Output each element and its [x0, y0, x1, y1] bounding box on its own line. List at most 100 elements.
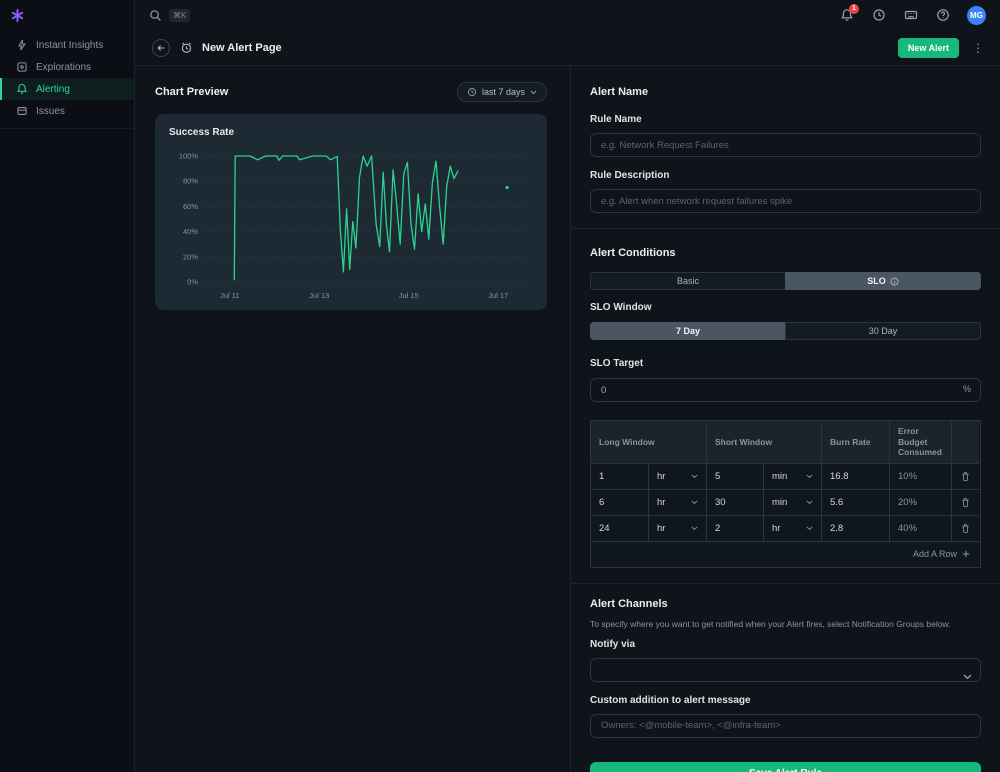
chart-preview-panel: Chart Preview last 7 days Success Rate 0…: [135, 66, 570, 772]
tab-7-day-label: 7 Day: [676, 326, 700, 336]
unit-label: hr: [657, 497, 665, 508]
custom-message-input[interactable]: [590, 714, 981, 738]
long-window-value[interactable]: 24: [591, 515, 648, 541]
chevron-down-icon: [691, 474, 698, 479]
alert-name-heading: Alert Name: [590, 86, 981, 98]
chevron-down-icon: [806, 500, 813, 505]
long-window-unit-select[interactable]: hr: [648, 515, 706, 541]
short-window-unit-select[interactable]: min: [763, 463, 821, 489]
chevron-down-icon: [806, 474, 813, 479]
page-title: New Alert Page: [202, 42, 282, 54]
lightning-icon: [16, 39, 28, 51]
sidebar-item-alerting[interactable]: Alerting: [0, 78, 134, 100]
long-window-unit-select[interactable]: hr: [648, 489, 706, 515]
burn-rate-value: 2.8: [821, 515, 889, 541]
help-icon: [936, 8, 950, 22]
sidebar-item-label: Issues: [36, 106, 65, 117]
chevron-down-icon: [530, 90, 537, 95]
tab-30-day[interactable]: 30 Day: [785, 322, 981, 340]
help-button[interactable]: [935, 8, 950, 23]
rule-name-input[interactable]: [590, 133, 981, 157]
sidebar-item-explorations[interactable]: Explorations: [0, 56, 134, 78]
delete-row-button[interactable]: [951, 489, 979, 515]
notify-via-field: [590, 658, 981, 682]
time-range-selector[interactable]: last 7 days: [457, 82, 547, 102]
back-button[interactable]: [152, 39, 170, 57]
long-window-value[interactable]: 6: [591, 489, 648, 515]
svg-text:0%: 0%: [187, 278, 198, 287]
short-window-value[interactable]: 2: [706, 515, 763, 541]
slo-target-field: %: [590, 378, 981, 402]
sidebar-item-instant-insights[interactable]: Instant Insights: [0, 34, 134, 56]
tab-basic[interactable]: Basic: [590, 272, 785, 290]
tab-slo[interactable]: SLO: [785, 272, 981, 290]
slo-target-label: SLO Target: [590, 358, 981, 369]
long-window-value[interactable]: 1: [591, 463, 648, 489]
search-icon: [149, 9, 162, 22]
long-window-unit-select[interactable]: hr: [648, 463, 706, 489]
slo-target-input[interactable]: [590, 378, 981, 402]
search-shortcut-badge: ⌘K: [169, 9, 190, 22]
unit-label: hr: [657, 471, 665, 482]
alert-channels-heading: Alert Channels: [590, 598, 981, 610]
overflow-menu-icon[interactable]: ⋮: [972, 42, 984, 54]
sidebar-item-label: Explorations: [36, 62, 91, 73]
short-window-unit-select[interactable]: min: [763, 489, 821, 515]
notify-via-select[interactable]: [590, 658, 981, 682]
keyboard-icon: [904, 8, 918, 22]
short-window-unit-select[interactable]: hr: [763, 515, 821, 541]
short-window-value[interactable]: 30: [706, 489, 763, 515]
svg-text:Jul 13: Jul 13: [309, 291, 329, 300]
sidebar-item-issues[interactable]: Issues: [0, 100, 134, 122]
unit-label: hr: [657, 523, 665, 534]
error-budget-value: 40%: [889, 515, 951, 541]
column-header-short-window: Short Window: [706, 421, 821, 463]
tab-7-day[interactable]: 7 Day: [590, 322, 785, 340]
add-row-button[interactable]: Add A Row: [591, 541, 980, 567]
delete-row-button[interactable]: [951, 515, 979, 541]
percent-suffix: %: [963, 384, 971, 394]
sidebar-item-label: Instant Insights: [36, 40, 103, 51]
rule-description-input[interactable]: [590, 189, 981, 213]
notification-count-badge: 1: [849, 4, 859, 14]
svg-text:20%: 20%: [183, 252, 198, 261]
chart-preview-title: Chart Preview: [155, 86, 228, 98]
column-header-error-budget: Error Budget Consumed: [889, 421, 951, 463]
global-search[interactable]: ⌘K: [149, 9, 190, 22]
sidebar-item-label: Alerting: [36, 84, 70, 95]
add-row-label: Add A Row: [913, 549, 957, 559]
alarm-icon: [180, 41, 193, 54]
keyboard-shortcuts-button[interactable]: [903, 8, 918, 23]
plus-icon: [962, 550, 970, 558]
tab-basic-label: Basic: [677, 276, 699, 286]
history-button[interactable]: [871, 8, 886, 23]
rule-description-label: Rule Description: [590, 170, 981, 181]
user-avatar[interactable]: MG: [967, 6, 986, 25]
svg-text:60%: 60%: [183, 202, 198, 211]
svg-text:40%: 40%: [183, 227, 198, 236]
alert-name-section: Alert Name Rule Name Rule Description: [571, 66, 1000, 213]
burn-rate-value: 5.6: [821, 489, 889, 515]
svg-text:80%: 80%: [183, 177, 198, 186]
chevron-down-icon: [691, 526, 698, 531]
burn-rate-value: 16.8: [821, 463, 889, 489]
clock-icon: [872, 8, 886, 22]
brand-logo-icon[interactable]: [10, 8, 25, 23]
delete-row-button[interactable]: [951, 463, 979, 489]
trash-icon: [960, 523, 971, 534]
notifications-button[interactable]: 1: [839, 8, 854, 23]
chevron-down-icon: [806, 526, 813, 531]
new-alert-button[interactable]: New Alert: [898, 38, 959, 58]
sidebar: Instant Insights Explorations Alerting I…: [0, 0, 135, 772]
save-alert-rule-button[interactable]: Save Alert Rule: [590, 762, 981, 772]
burn-rate-table: Long Window Short Window Burn Rate Error…: [590, 420, 981, 568]
chart-title: Success Rate: [169, 127, 533, 138]
main-area: ⌘K 1 MG: [135, 0, 1000, 772]
logo-row: [0, 0, 134, 30]
alert-channels-section: Alert Channels To specify where you want…: [571, 584, 1000, 772]
trash-icon: [960, 497, 971, 508]
short-window-value[interactable]: 5: [706, 463, 763, 489]
time-range-label: last 7 days: [482, 87, 525, 97]
success-rate-chart-card: Success Rate 0%20%40%60%80%100%Jul 11Jul…: [155, 114, 547, 310]
unit-label: min: [772, 497, 787, 508]
